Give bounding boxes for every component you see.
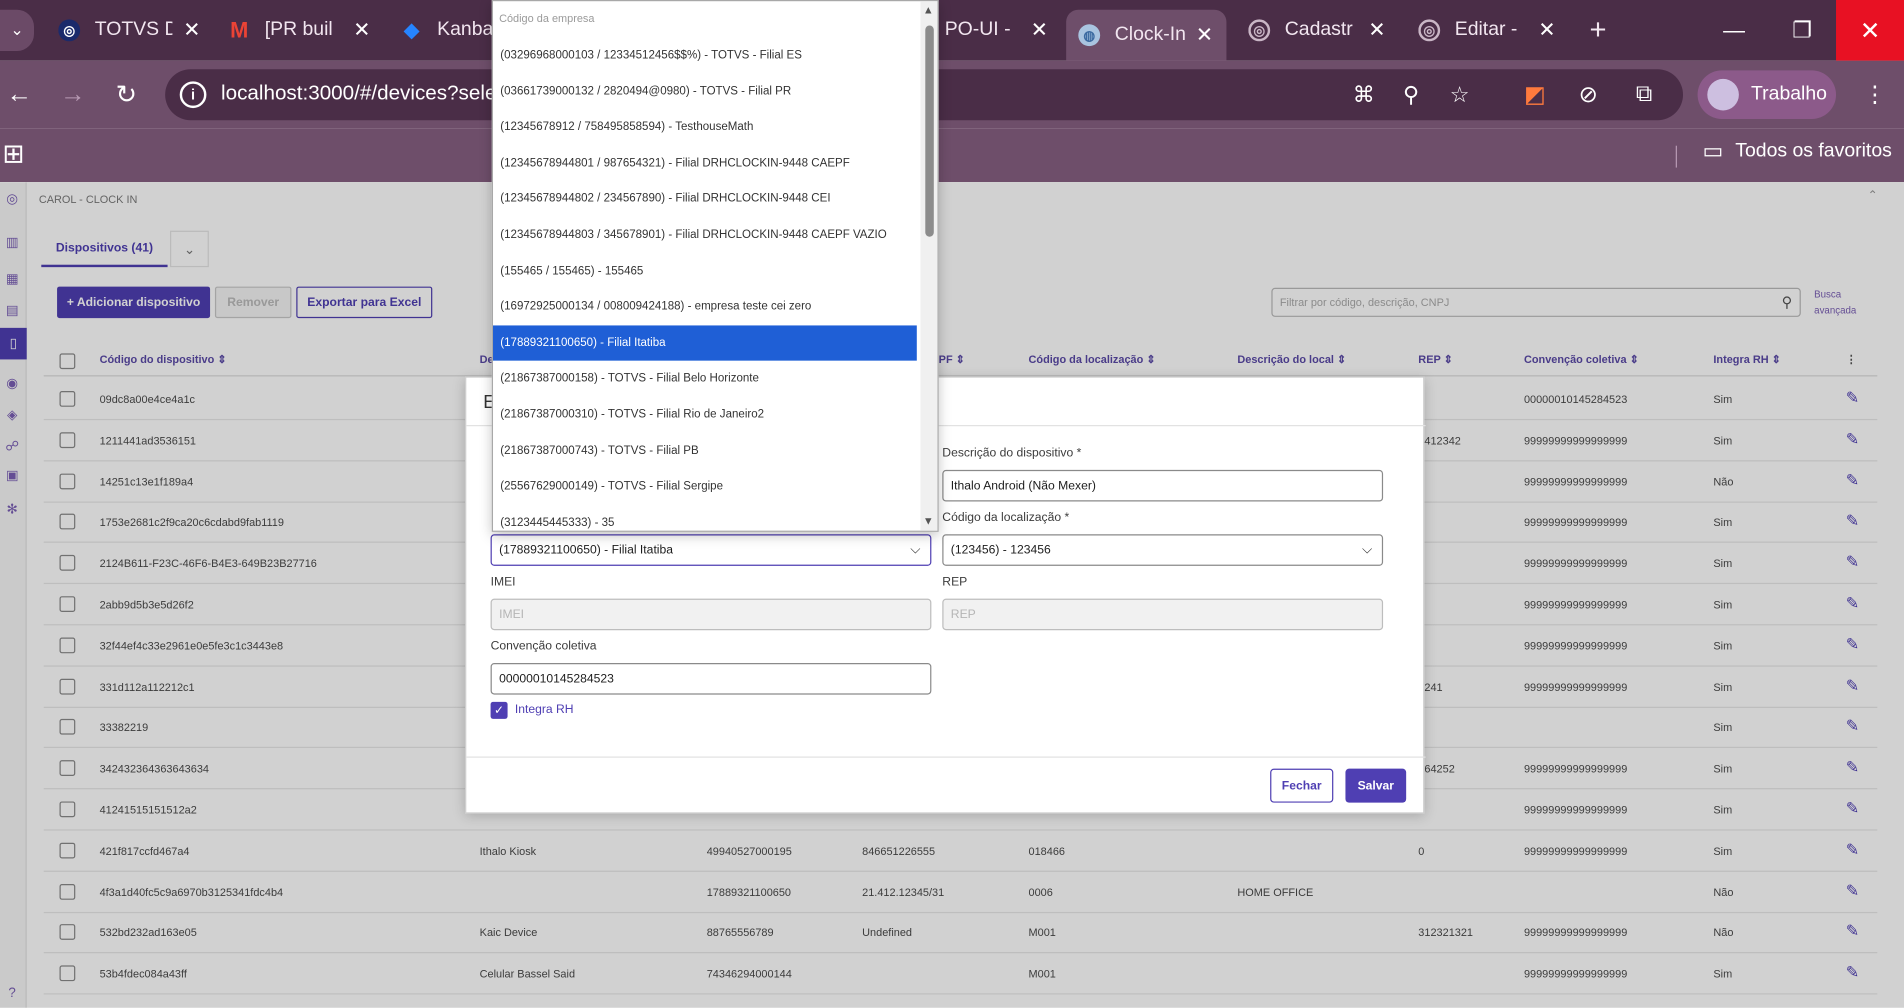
browser-tab[interactable]: ◆ Kanban — [401, 10, 493, 51]
chevron-down-icon: ⌵ — [910, 542, 921, 558]
dropdown-option[interactable]: (155465 / 155465) - 155465 — [493, 253, 917, 288]
close-tab-icon[interactable]: ✕ — [1367, 18, 1386, 42]
field-label: Código da localização * — [942, 511, 1070, 525]
back-icon[interactable]: ← — [2, 78, 36, 112]
globe-icon: ◍ — [1078, 24, 1101, 47]
dropdown-option[interactable]: (12345678944801 / 987654321) - Filial DR… — [493, 145, 917, 180]
save-button[interactable]: Salvar — [1345, 768, 1407, 803]
close-window-icon[interactable]: ✕ — [1836, 0, 1904, 61]
dropdown-option[interactable]: (12345678944802 / 234567890) - Filial DR… — [493, 181, 917, 216]
tab-title: Clock-In — [1114, 24, 1186, 45]
reload-icon[interactable]: ↻ — [109, 78, 143, 112]
bookmark-star-icon[interactable]: ☆ — [1445, 80, 1474, 109]
browser-tab[interactable]: ◎ Editar - ✕ — [1418, 10, 1556, 51]
field-placeholder: REP — [950, 608, 976, 622]
modal-footer — [466, 756, 1426, 758]
browser-tab[interactable]: M [PR buil ✕ — [228, 10, 371, 51]
close-tab-icon[interactable]: ✕ — [182, 18, 201, 42]
tab-title: Kanban — [437, 19, 494, 41]
zoom-icon[interactable]: ⚲ — [1396, 80, 1425, 109]
totvs-icon: ◎ — [1248, 19, 1271, 42]
company-code-dropdown[interactable]: Código da empresa (03296968000103 / 1233… — [491, 0, 939, 532]
browser-tab[interactable]: ◎ TOTVS D ✕ — [58, 10, 201, 51]
dropdown-option[interactable]: (12345678944803 / 345678901) - Filial DR… — [493, 217, 917, 252]
collective-agreement-input[interactable]: 00000010145284523 — [490, 663, 932, 695]
dropdown-option[interactable]: (16972925000134 / 008009424188) - empres… — [493, 289, 917, 324]
favorites-label: Todos os favoritos — [1735, 140, 1892, 161]
close-tab-icon[interactable]: ✕ — [352, 18, 371, 42]
tab-title: Cadastr — [1284, 19, 1353, 41]
location-code-select[interactable]: (123456) - 123456 ⌵ — [942, 534, 1384, 566]
tab-title: [PR buil — [264, 19, 333, 41]
chevron-down-icon: ⌵ — [1362, 542, 1373, 558]
dropdown-option[interactable]: (12345678912 / 758495858594) - Testhouse… — [493, 110, 917, 145]
dropdown-option[interactable]: (21867387000310) - TOTVS - Filial Rio de… — [493, 397, 917, 432]
dropdown-option[interactable]: (3123445445333) - 35 — [493, 505, 917, 531]
totvs-icon: ◎ — [1418, 19, 1441, 42]
imei-input[interactable]: IMEI — [490, 598, 932, 631]
tab-title: TOTVS D — [94, 19, 173, 41]
avatar — [1707, 78, 1739, 111]
field-label: REP — [942, 575, 968, 589]
field-value: (17889321100650) - Filial Itatiba — [499, 544, 674, 558]
dropdown-option[interactable]: (21867387000158) - TOTVS - Filial Belo H… — [493, 361, 917, 396]
integra-rh-label[interactable]: Integra RH — [515, 703, 574, 716]
browser-tab[interactable]: ◎ Cadastr ✕ — [1248, 10, 1386, 51]
field-label: Descrição do dispositivo * — [942, 446, 1082, 461]
profile-label: Trabalho — [1751, 83, 1827, 105]
site-info-icon[interactable]: i — [179, 81, 207, 109]
dropdown-option[interactable]: (03661739000132 / 2820494@0980) - TOTVS … — [493, 74, 917, 109]
browser-tab-active[interactable]: ◍ Clock-In ✕ — [1066, 9, 1227, 61]
field-value: Ithalo Android (Não Mexer) — [950, 479, 1096, 494]
all-bookmarks[interactable]: ▭ Todos os favoritos — [1702, 138, 1891, 164]
totvs-icon: ◎ — [58, 19, 81, 42]
menu-kebab-icon[interactable]: ⋮ — [1858, 78, 1892, 112]
field-label: IMEI — [490, 575, 516, 589]
scrollbar-thumb[interactable] — [925, 25, 934, 237]
browser-tab-strip: ⌄ ◎ TOTVS D ✕ M [PR buil ✕ ◆ Kanban PO-U… — [0, 0, 1904, 61]
compass-extension-icon[interactable]: ⊘ — [1571, 78, 1605, 112]
translate-icon[interactable]: ⌘ — [1349, 80, 1378, 109]
tab-search-icon[interactable]: ⌄ — [0, 9, 35, 52]
field-placeholder: IMEI — [499, 608, 525, 622]
field-value: (123456) - 123456 — [950, 544, 1051, 558]
minimize-icon[interactable]: — — [1700, 0, 1768, 61]
dropdown-placeholder: Código da empresa — [499, 12, 595, 25]
dropdown-option[interactable]: (17889321100650) - Filial Itatiba — [493, 325, 917, 361]
tab-title: Editar - — [1454, 19, 1518, 41]
jira-icon: ◆ — [404, 20, 420, 42]
url-text[interactable]: localhost:3000/#/devices?sele — [221, 81, 496, 105]
divider — [1675, 145, 1677, 168]
browser-tab[interactable]: PO-UI - ✕ — [945, 10, 1049, 51]
dropdown-option[interactable]: (21867387000743) - TOTVS - Filial PB — [493, 433, 917, 468]
apps-grid-icon[interactable]: ⊞ — [2, 138, 24, 170]
tab-title: PO-UI - — [944, 19, 1011, 41]
device-description-input[interactable]: Ithalo Android (Não Mexer) — [942, 469, 1384, 502]
forward-icon[interactable]: → — [56, 78, 90, 112]
company-code-select[interactable]: (17889321100650) - Filial Itatiba ⌵ — [490, 534, 932, 566]
scroll-down-icon[interactable]: ▼ — [923, 515, 934, 527]
close-tab-icon[interactable]: ✕ — [1537, 18, 1556, 42]
bookmarks-bar: ⊞ ▭ Todos os favoritos — [0, 128, 1904, 183]
field-value: 00000010145284523 — [499, 672, 614, 687]
integra-rh-checkbox[interactable]: ✓ — [490, 701, 508, 719]
close-tab-icon[interactable]: ✕ — [1195, 23, 1214, 47]
dropdown-option[interactable]: (25567629000149) - TOTVS - Filial Sergip… — [493, 469, 917, 504]
browser-toolbar: ← → ↻ i localhost:3000/#/devices?sele ⌘ … — [0, 60, 1904, 129]
dropdown-scrollbar[interactable]: ▲ ▼ — [920, 1, 938, 531]
close-button[interactable]: Fechar — [1270, 768, 1334, 803]
rep-input[interactable]: REP — [942, 598, 1384, 631]
restore-icon[interactable]: ❐ — [1768, 0, 1836, 61]
screen: ⌄ ◎ TOTVS D ✕ M [PR buil ✕ ◆ Kanban PO-U… — [0, 0, 1904, 1008]
scroll-up-icon[interactable]: ▲ — [923, 4, 934, 16]
profile-chip[interactable]: Trabalho — [1697, 70, 1837, 120]
color-picker-extension-icon[interactable]: ◩ — [1518, 78, 1552, 112]
new-tab-icon[interactable]: + — [1581, 10, 1615, 51]
folder-icon: ▭ — [1702, 138, 1724, 163]
dropdown-option[interactable]: (03296968000103 / 12334512456$$%) - TOTV… — [493, 38, 917, 73]
field-label: Convenção coletiva — [490, 639, 597, 654]
gmail-icon: M — [230, 17, 249, 42]
close-tab-icon[interactable]: ✕ — [1030, 18, 1049, 42]
extensions-icon[interactable]: ⧉ — [1627, 78, 1661, 112]
